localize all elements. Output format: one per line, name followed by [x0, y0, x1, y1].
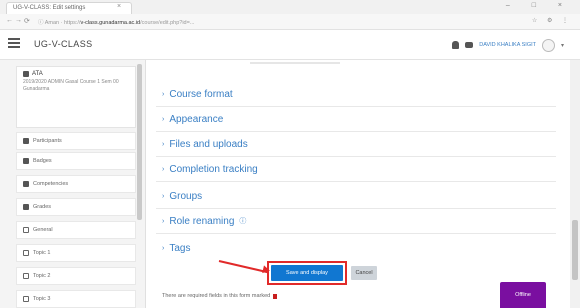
- browser-tab[interactable]: UG-V-CLASS: Edit settings ×: [6, 2, 132, 14]
- save-and-display-button[interactable]: Save and display: [271, 265, 343, 281]
- chevron-right-icon: ›: [162, 192, 165, 200]
- chevron-right-icon: ›: [162, 165, 165, 173]
- notification-bell-icon[interactable]: [452, 41, 460, 49]
- sidebar-item-label: Badges: [33, 158, 52, 164]
- sidebar-item-topic-1[interactable]: Topic 1: [16, 244, 136, 262]
- address-bar: ← → ⟳ ⓘ Aman · https://v-class.gunadarma…: [0, 14, 580, 30]
- highlight-box: Save and display: [267, 261, 347, 285]
- url-field[interactable]: ⓘ Aman · https://v-class.gunadarma.ac.id…: [34, 17, 514, 27]
- section-title: Course format: [169, 88, 233, 100]
- sidebar-course-card[interactable]: ATA 2019/2020 ADMIN Gasal Course 1 Sem 0…: [16, 66, 136, 128]
- sidebar-item-label: Topic 3: [33, 296, 51, 302]
- sidebar-item-grades[interactable]: Grades: [16, 198, 136, 216]
- section-title: Tags: [169, 243, 191, 254]
- chevron-right-icon: ›: [162, 115, 165, 123]
- sidebar-scrollbar[interactable]: [137, 64, 142, 220]
- course-code: ATA: [32, 71, 43, 77]
- folder-icon: [23, 273, 29, 279]
- section-role-renaming[interactable]: › Role renaming ⓘ: [156, 209, 556, 234]
- users-icon: [23, 138, 29, 144]
- sidebar-item-label: Grades: [33, 204, 52, 210]
- section-appearance[interactable]: › Appearance: [156, 107, 556, 132]
- section-files-and-uploads[interactable]: › Files and uploads: [156, 132, 556, 157]
- competencies-icon: [23, 181, 29, 187]
- sidebar-item-topic-2[interactable]: Topic 2: [16, 267, 136, 285]
- sidebar-item-competencies[interactable]: Competencies: [16, 175, 136, 193]
- folder-icon: [23, 227, 29, 233]
- section-title: Groups: [169, 190, 203, 202]
- sidebar-item-general[interactable]: General: [16, 221, 136, 239]
- chevron-right-icon: ›: [162, 90, 165, 98]
- url-host: v-class.gunadarma.ac.id: [80, 20, 141, 26]
- required-note-text: There are required fields in this form m…: [162, 293, 271, 299]
- site-name[interactable]: UG-V-CLASS: [34, 39, 93, 49]
- browser-tab-title: UG-V-CLASS: Edit settings: [13, 5, 86, 11]
- sidebar: ATA 2019/2020 ADMIN Gasal Course 1 Sem 0…: [0, 60, 146, 308]
- course-icon: [23, 71, 29, 77]
- site-header: UG-V-CLASS DAVID KHALIKA SIGIT ▾: [0, 30, 580, 60]
- close-tab-icon[interactable]: ×: [117, 3, 121, 10]
- sidebar-item-label: Competencies: [33, 181, 69, 187]
- required-icon: [273, 293, 278, 299]
- avatar[interactable]: [541, 38, 555, 52]
- grades-icon: [23, 204, 29, 210]
- sidebar-item-label: General: [33, 227, 53, 233]
- menu-toggle-icon[interactable]: [8, 38, 20, 50]
- messages-icon[interactable]: [465, 42, 474, 48]
- section-title: Files and uploads: [169, 138, 248, 150]
- folder-icon: [23, 250, 29, 256]
- user-name[interactable]: DAVID KHALIKA SIGIT: [479, 42, 536, 48]
- section-title: Role renaming: [169, 215, 235, 227]
- section-groups[interactable]: › Groups: [156, 184, 556, 209]
- main-scrollbar-thumb[interactable]: [572, 220, 578, 280]
- folder-icon: [23, 296, 29, 302]
- section-course-format[interactable]: › Course format: [156, 82, 556, 107]
- sidebar-item-label: Participants: [33, 138, 62, 144]
- section-title: Appearance: [169, 113, 224, 125]
- sidebar-item-topic-3[interactable]: Topic 3: [16, 290, 136, 308]
- section-tags[interactable]: › Tags: [156, 236, 556, 261]
- forward-icon[interactable]: →: [15, 17, 22, 24]
- chevron-right-icon: ›: [162, 245, 165, 252]
- url-prefix: ⓘ Aman · https://: [38, 20, 81, 26]
- browser-tab-bar: UG-V-CLASS: Edit settings × – □ ×: [0, 0, 580, 14]
- user-menu: DAVID KHALIKA SIGIT ▾: [452, 38, 564, 52]
- sidebar-item-label: Topic 1: [33, 250, 51, 256]
- section-completion-tracking[interactable]: › Completion tracking: [156, 157, 556, 182]
- chevron-down-icon[interactable]: ▾: [561, 42, 564, 49]
- divider: [250, 62, 340, 64]
- chevron-right-icon: ›: [162, 217, 165, 225]
- chevron-right-icon: ›: [162, 140, 165, 148]
- sidebar-item-badges[interactable]: Badges: [16, 152, 136, 170]
- sidebar-item-label: Topic 2: [33, 273, 51, 279]
- help-icon[interactable]: ⓘ: [239, 216, 246, 226]
- cancel-button[interactable]: Cancel: [351, 266, 377, 280]
- address-bar-icons[interactable]: ☆ ⚙ ⋮: [532, 17, 572, 24]
- back-icon[interactable]: ←: [6, 17, 13, 24]
- app-root: UG-V-CLASS: Edit settings × – □ × ← → ⟳ …: [0, 0, 580, 308]
- section-title: Completion tracking: [169, 163, 258, 175]
- reload-icon[interactable]: ⟳: [24, 17, 30, 25]
- url-path: /course/edit.php?id=...: [140, 20, 195, 26]
- offline-badge[interactable]: Offline: [500, 282, 546, 308]
- required-fields-note: There are required fields in this form m…: [162, 293, 278, 299]
- badge-icon: [23, 158, 29, 164]
- window-controls[interactable]: – □ ×: [506, 2, 572, 9]
- course-description: 2019/2020 ADMIN Gasal Course 1 Sem 00 Gu…: [23, 79, 119, 92]
- sidebar-item-participants[interactable]: Participants: [16, 132, 136, 150]
